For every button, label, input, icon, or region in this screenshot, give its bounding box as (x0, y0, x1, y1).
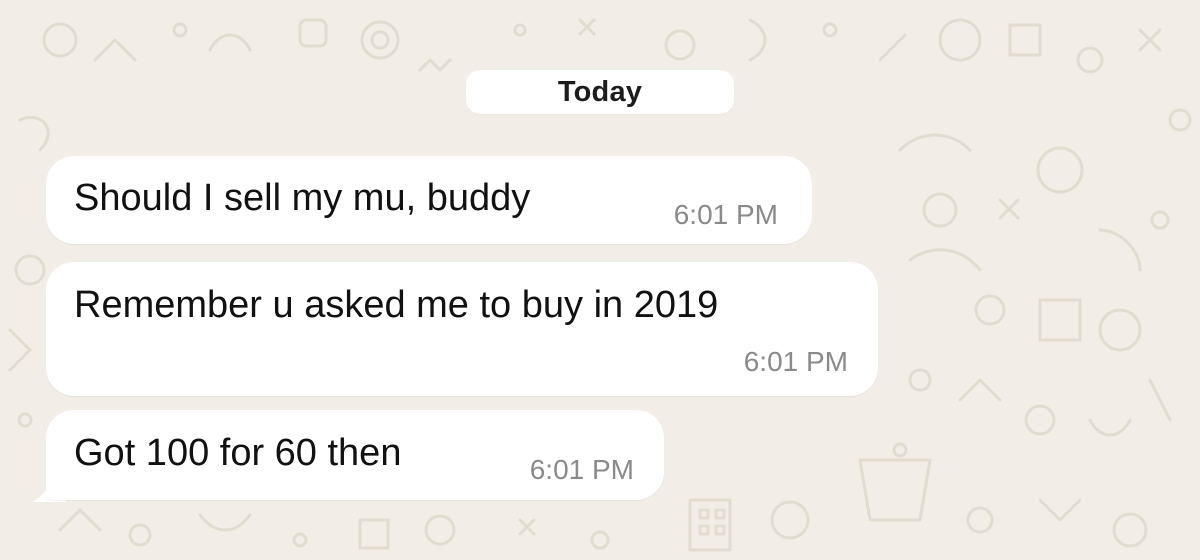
date-separator: Today (466, 70, 734, 114)
message-text: Should I sell my mu, buddy (74, 177, 531, 219)
message-bubble[interactable]: Remember u asked me to buy in 2019 6:01 … (46, 262, 878, 396)
message-bubble[interactable]: Should I sell my mu, buddy 6:01 PM (46, 156, 812, 244)
message-text: Remember u asked me to buy in 2019 (74, 284, 719, 326)
message-timestamp: 6:01 PM (673, 199, 778, 230)
message-bubble[interactable]: Got 100 for 60 then 6:01 PM (46, 410, 664, 500)
message-text: Got 100 for 60 then (74, 432, 402, 474)
date-separator-label: Today (557, 75, 643, 108)
message-timestamp: 6:01 PM (743, 346, 848, 377)
message-timestamp: 6:01 PM (529, 454, 634, 485)
